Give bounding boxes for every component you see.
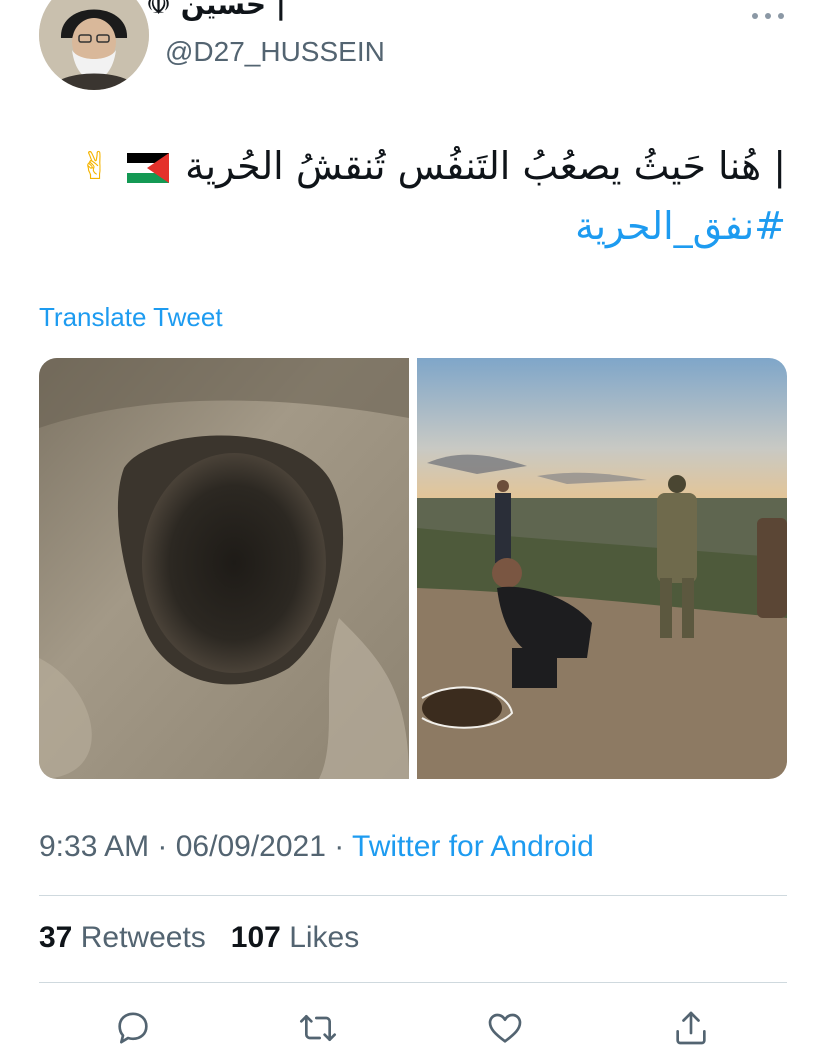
avatar[interactable] [39, 0, 149, 90]
retweets-stat[interactable]: 37 Retweets [39, 921, 206, 954]
tweet-text-body: | هُنا حَيثُ يصعُبُ التَنفُس تُنقشُ الحُ… [185, 144, 786, 188]
retweet-icon[interactable] [294, 1004, 342, 1052]
palestine-flag-icon [127, 153, 170, 183]
tweet-text: | هُنا حَيثُ يصعُبُ التَنفُس تُنقشُ الحُ… [66, 136, 786, 256]
author-handle[interactable]: @D27_HUSSEIN [165, 36, 385, 68]
meta-separator: · [325, 830, 353, 863]
more-dot [752, 13, 758, 19]
more-dot [765, 13, 771, 19]
retweets-count: 37 [39, 921, 73, 954]
divider [39, 982, 787, 983]
divider [39, 895, 787, 896]
share-icon[interactable] [667, 1004, 715, 1052]
tweet-time[interactable]: 9:33 AM [39, 830, 149, 863]
reply-icon[interactable] [109, 1004, 157, 1052]
like-icon[interactable] [481, 1004, 529, 1052]
translate-tweet-link[interactable]: Translate Tweet [39, 302, 223, 333]
tweet-meta: 9:33 AM · 06/09/2021 · Twitter for Andro… [39, 830, 594, 864]
tweet-stats: 37 Retweets 107 Likes [39, 921, 359, 955]
hashtag-line: #نفق_الحرية [66, 196, 786, 256]
likes-count: 107 [230, 921, 281, 954]
tweet-date[interactable]: 06/09/2021 [176, 830, 326, 863]
likes-label: Likes [289, 921, 360, 954]
author-display-name[interactable]: | حسيْن ☫ [146, 0, 286, 21]
media-grid [39, 358, 787, 779]
tunnel-hole-photo[interactable] [39, 358, 409, 779]
more-dot [778, 13, 784, 19]
retweets-label: Retweets [80, 921, 206, 954]
meta-separator: · [149, 830, 176, 863]
tweet-source-link[interactable]: Twitter for Android [352, 830, 594, 863]
tweet-actions [39, 1004, 787, 1054]
tweet-text-line: | هُنا حَيثُ يصعُبُ التَنفُس تُنقشُ الحُ… [66, 136, 786, 196]
likes-stat[interactable]: 107 Likes [231, 921, 359, 954]
hashtag-link[interactable]: #نفق_الحرية [575, 204, 786, 248]
victory-hand-icon: ✌ [79, 144, 111, 188]
more-options-icon[interactable] [752, 6, 784, 26]
men-at-tunnel-exit-photo[interactable] [417, 358, 787, 779]
